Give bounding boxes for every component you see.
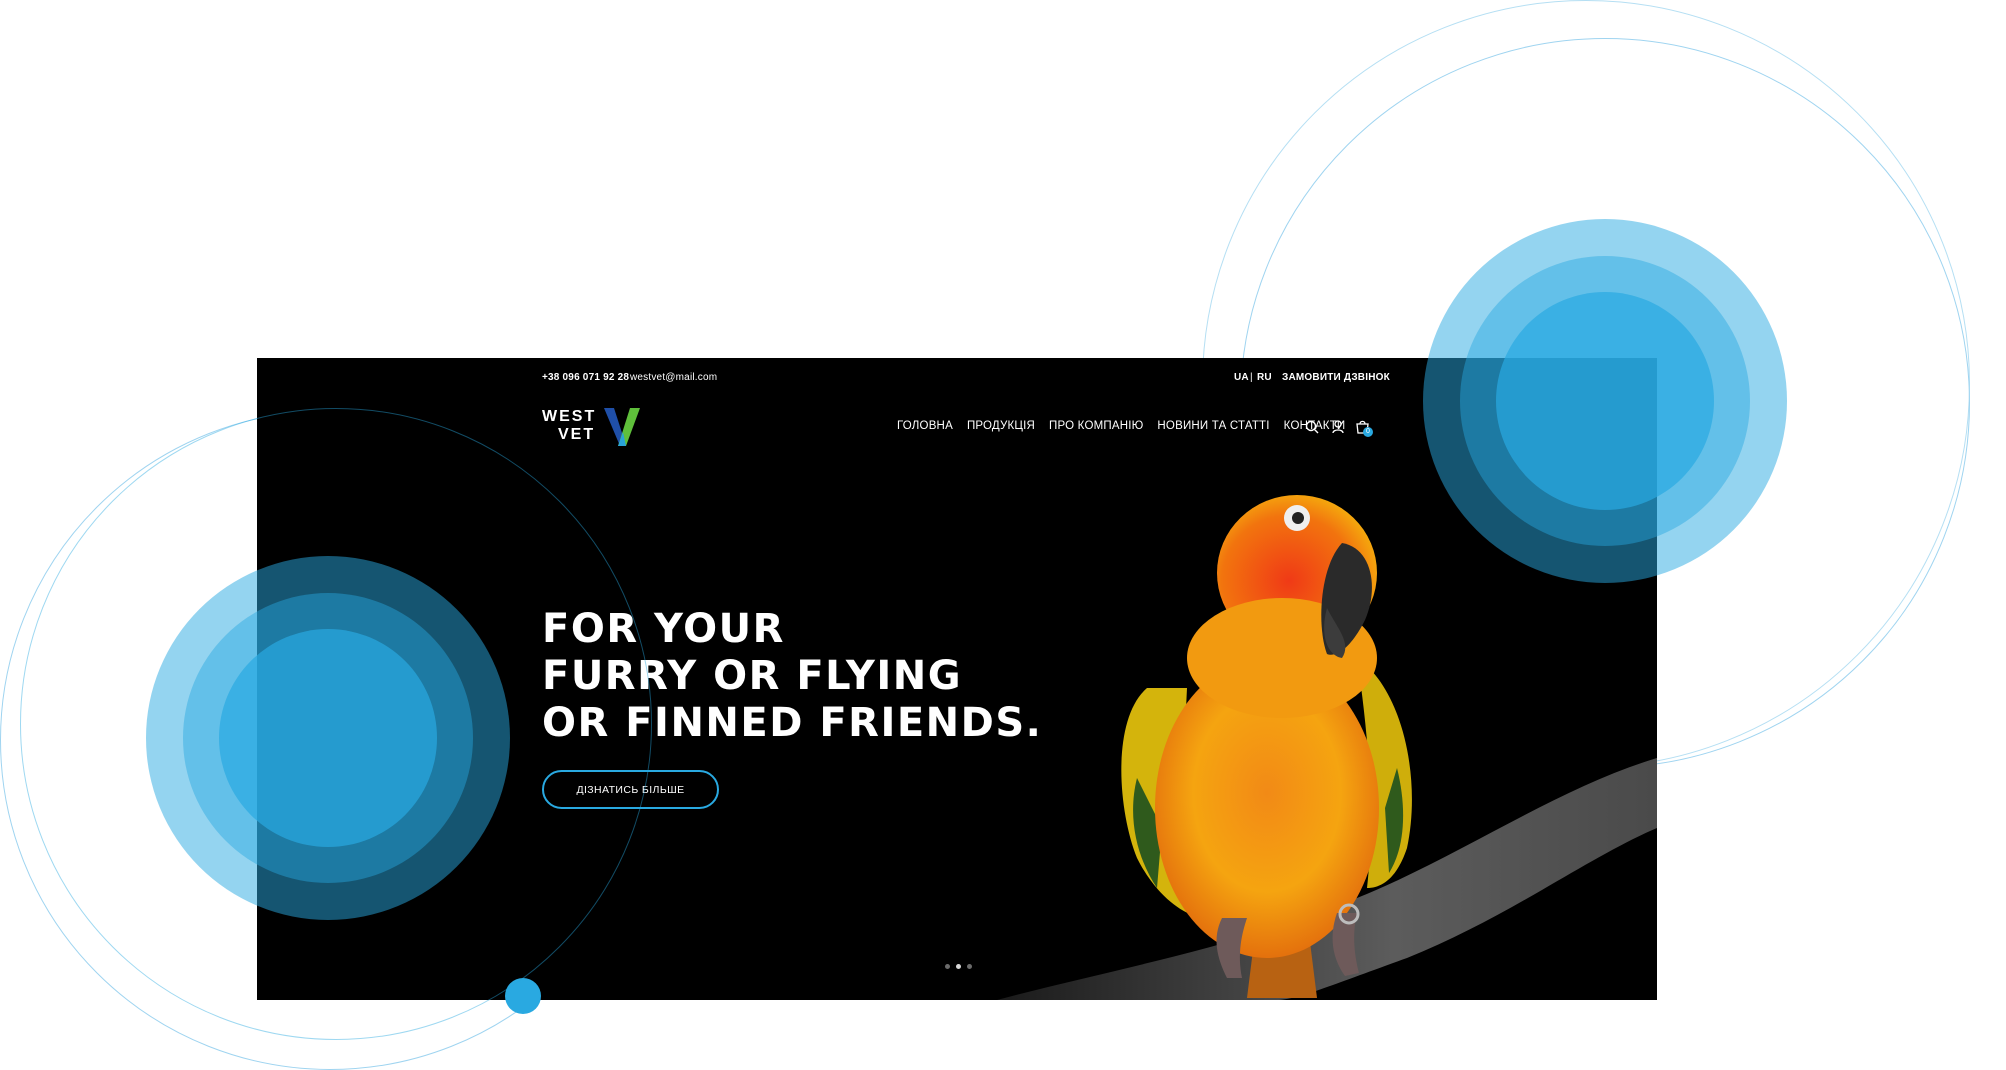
main-nav: ГОЛОВНА ПРОДУКЦІЯ ПРО КОМПАНІЮ НОВИНИ ТА… [897, 420, 1345, 432]
search-icon[interactable] [1305, 420, 1319, 434]
slider-dot-2[interactable] [956, 964, 961, 969]
logo-line-2: VET [558, 426, 596, 443]
lang-ru[interactable]: RU [1257, 372, 1272, 383]
logo-text: WEST VET [542, 408, 596, 444]
logo-v-icon [604, 408, 640, 446]
cart-button[interactable]: 0 [1356, 418, 1378, 440]
decor-ring-left-inner [20, 408, 652, 1040]
lang-ua[interactable]: UA [1234, 372, 1249, 383]
slider-dots [945, 964, 972, 969]
logo-line-1: WEST [542, 408, 597, 425]
decor-circles-right [1423, 219, 1787, 583]
lang-separator: | [1250, 372, 1253, 383]
nav-item-products[interactable]: ПРОДУКЦІЯ [967, 420, 1035, 432]
logo[interactable]: WEST VET [542, 408, 652, 448]
slider-dot-1[interactable] [945, 964, 950, 969]
email-link[interactable]: westvet@mail.com [630, 372, 717, 383]
callback-link[interactable]: ЗАМОВИТИ ДЗВІНОК [1282, 372, 1390, 383]
nav-item-news[interactable]: НОВИНИ ТА СТАТТІ [1157, 420, 1269, 432]
phone-link[interactable]: +38 096 071 92 28 [542, 372, 629, 383]
cart-count-badge: 0 [1363, 427, 1373, 437]
user-icon[interactable] [1332, 420, 1344, 434]
nav-item-home[interactable]: ГОЛОВНА [897, 420, 953, 432]
nav-item-about[interactable]: ПРО КОМПАНІЮ [1049, 420, 1143, 432]
slider-dot-3[interactable] [967, 964, 972, 969]
